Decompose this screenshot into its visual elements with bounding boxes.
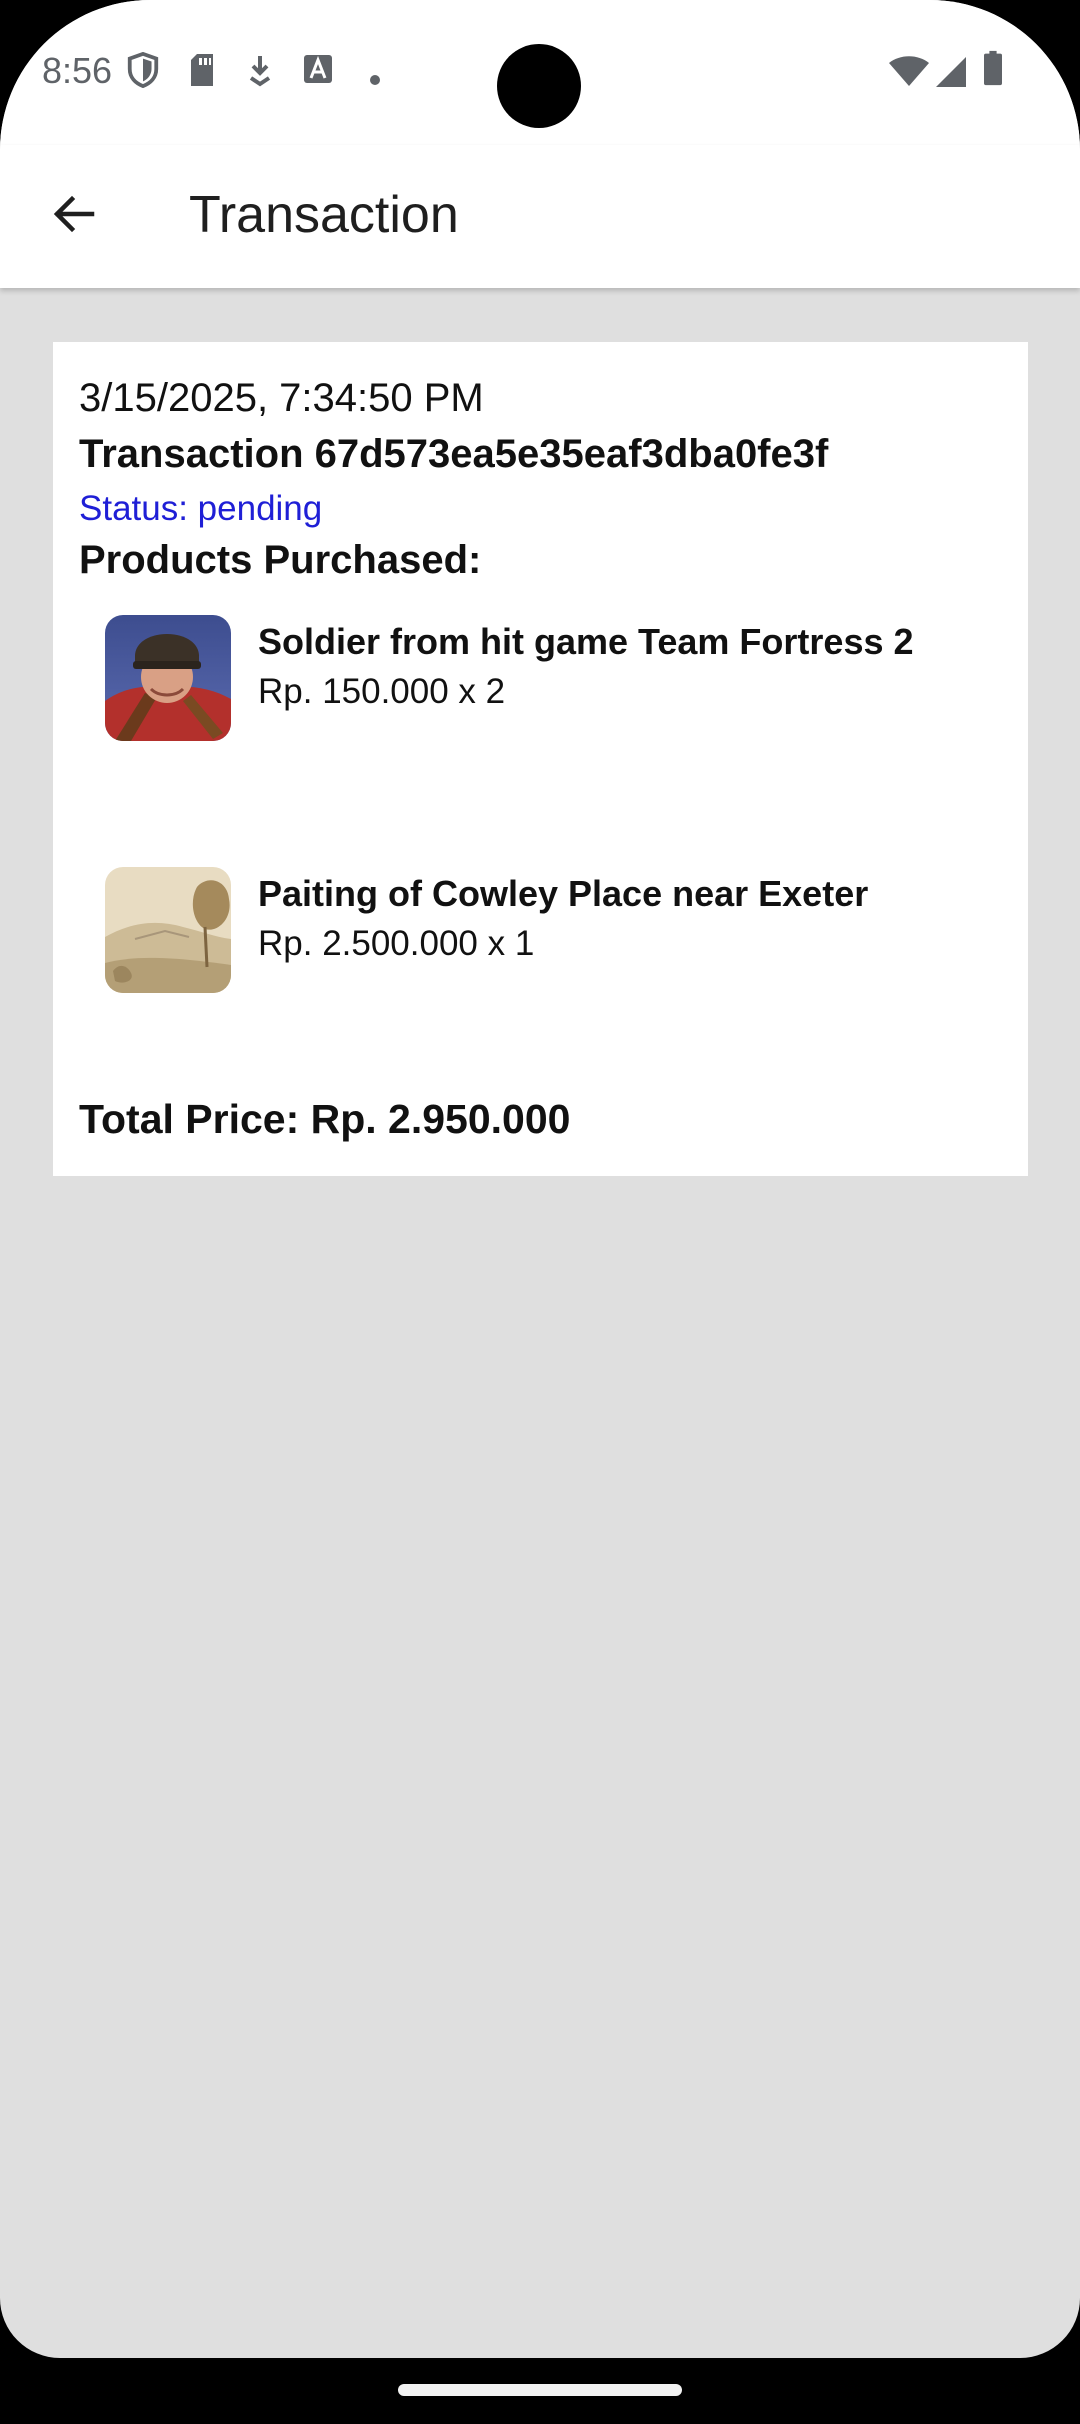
total-price: Total Price: Rp. 2.950.000 [79, 1096, 571, 1142]
product-name: Paiting of Cowley Place near Exeter [258, 873, 869, 914]
product-price-qty: Rp. 2.500.000 x 1 [258, 924, 535, 963]
font-a-icon [304, 55, 332, 83]
app-bar: Transaction [0, 145, 1080, 288]
shield-icon [127, 52, 159, 88]
camera-cutout [497, 44, 581, 128]
landscape-painting-image [105, 867, 231, 993]
download-icon [249, 56, 271, 87]
cellular-signal-icon [936, 57, 966, 87]
wifi-icon [889, 56, 929, 86]
battery-icon [984, 50, 1002, 86]
transaction-card[interactable]: 3/15/2025, 7:34:50 PM Transaction 67d573… [53, 342, 1028, 1176]
product-name: Soldier from hit game Team Fortress 2 [258, 621, 914, 662]
product-item[interactable]: Paiting of Cowley Place near Exeter Rp. … [105, 867, 1005, 997]
dot-icon [370, 75, 380, 85]
product-price-qty: Rp. 150.000 x 2 [258, 672, 506, 711]
sd-card-icon [191, 54, 213, 86]
back-button[interactable] [38, 178, 110, 250]
product-item[interactable]: Soldier from hit game Team Fortress 2 Rp… [105, 615, 1005, 745]
home-indicator[interactable] [398, 2384, 682, 2396]
status-bar: 8:56 [0, 0, 1080, 145]
status-time: 8:56 [42, 50, 113, 91]
products-heading: Products Purchased: [79, 538, 482, 582]
arrow-back-icon [53, 195, 95, 233]
transaction-date: 3/15/2025, 7:34:50 PM [79, 376, 484, 420]
screen: 8:56 Transaction 3/15/2025, 7:34:50 PM T… [0, 0, 1080, 2358]
soldier-portrait-image [105, 615, 231, 741]
transaction-status: Status: pending [79, 489, 323, 528]
page-title: Transaction [189, 186, 459, 244]
transaction-id: Transaction 67d573ea5e35eaf3dba0fe3f [79, 432, 829, 476]
